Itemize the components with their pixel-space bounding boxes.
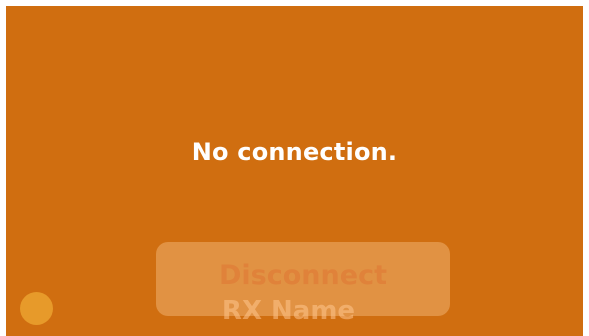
connection-status-message: No connection. xyxy=(191,138,398,166)
disconnect-button-label: Disconnect xyxy=(219,260,387,291)
rx-name-label: RX Name xyxy=(221,296,356,326)
connection-screen: No connection. Disconnect RX Name xyxy=(6,6,583,336)
status-dot-icon xyxy=(20,292,53,325)
